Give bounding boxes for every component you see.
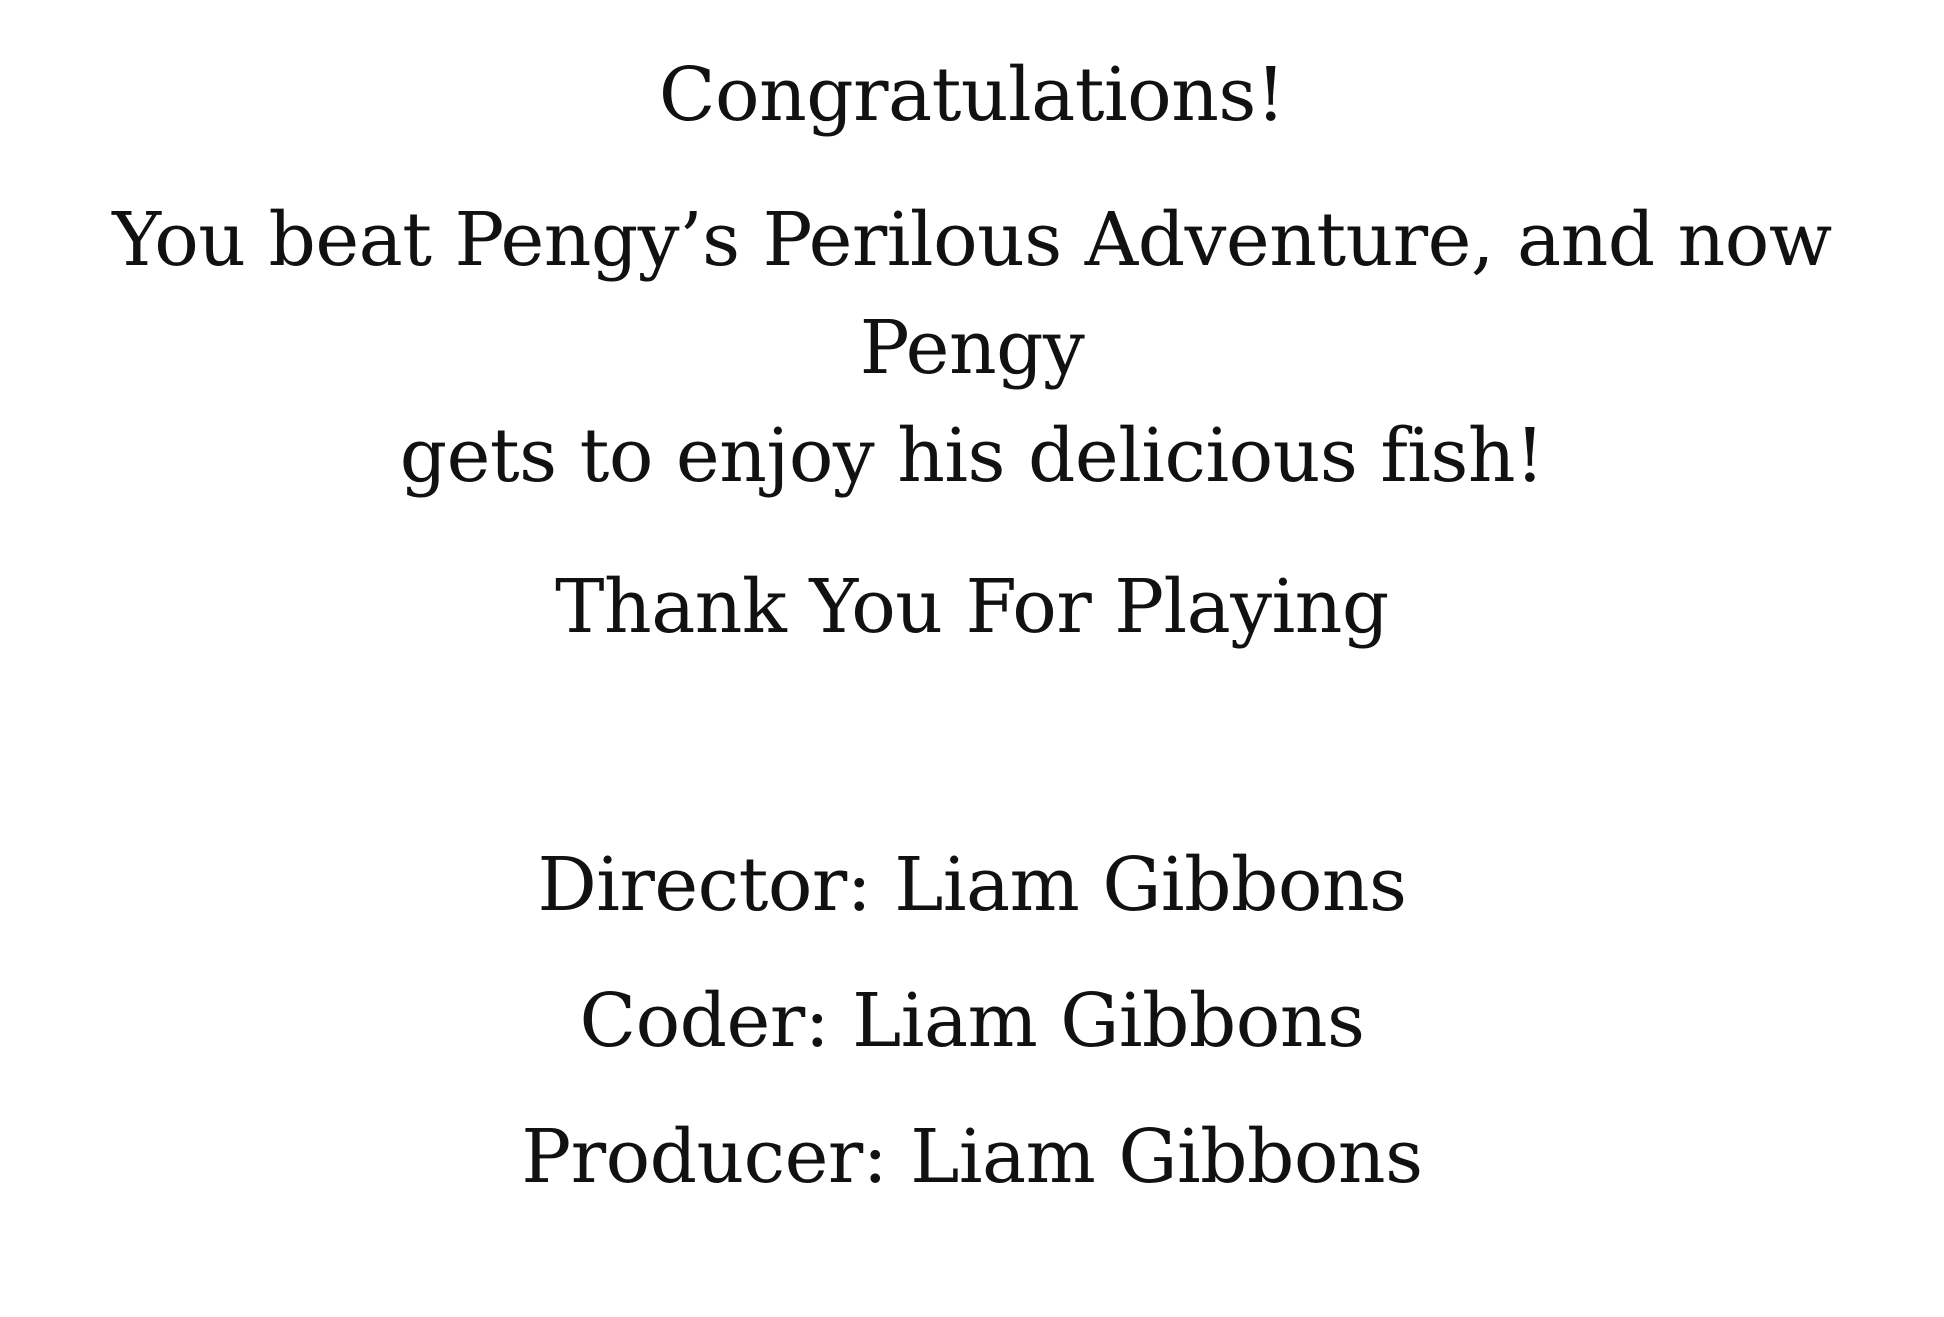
credit-producer: Producer: Liam Gibbons: [521, 1114, 1423, 1200]
game-ending-screen: Congratulations! You beat Pengy’s Perilo…: [0, 0, 1944, 1317]
ending-message-line-2: gets to enjoy his delicious fish!: [399, 413, 1545, 499]
credit-director: Director: Liam Gibbons: [537, 842, 1407, 928]
ending-message: You beat Pengy’s Perilous Adventure, and…: [0, 186, 1944, 510]
credit-coder: Coder: Liam Gibbons: [579, 978, 1366, 1064]
congratulations-heading: Congratulations!: [658, 52, 1286, 138]
ending-message-line-1: You beat Pengy’s Perilous Adventure, and…: [112, 197, 1832, 391]
thank-you-text: Thank You For Playing: [555, 564, 1389, 650]
